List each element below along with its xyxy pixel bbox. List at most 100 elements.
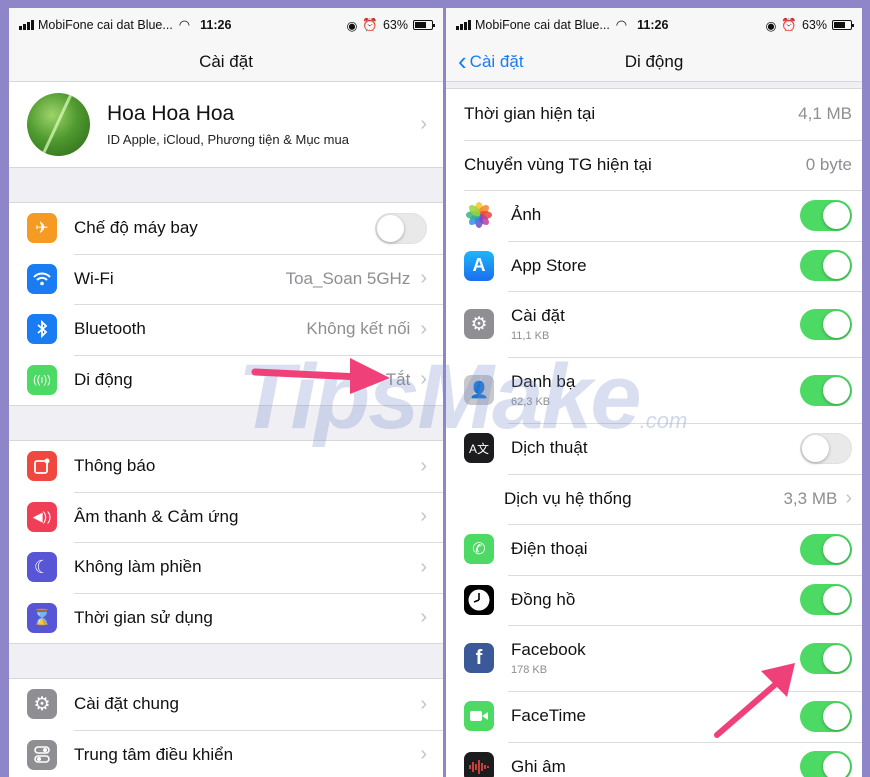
general-row[interactable]: ⚙ Cài đặt chung › bbox=[9, 679, 443, 730]
wifi-status-icon: ◠ bbox=[178, 17, 191, 32]
app-row-phone: ✆ Điện thoại bbox=[446, 524, 862, 575]
clock-time: 11:26 bbox=[637, 18, 669, 32]
control-center-row[interactable]: Trung tâm điều khiển › bbox=[9, 729, 443, 777]
contacts-toggle[interactable] bbox=[800, 374, 852, 406]
facetime-toggle[interactable] bbox=[800, 700, 852, 732]
bluetooth-status-value: Không kết nối bbox=[306, 319, 411, 339]
row-label: Thông báo bbox=[74, 456, 156, 476]
contacts-icon: 👤 bbox=[464, 375, 494, 405]
clock-time: 11:26 bbox=[200, 18, 232, 32]
carrier: MobiFone cai dat Blue... bbox=[456, 18, 610, 32]
notifications-row[interactable]: Thông báo › bbox=[9, 441, 443, 492]
airplane-mode-toggle[interactable] bbox=[375, 212, 427, 244]
app-store-toggle[interactable] bbox=[800, 250, 852, 282]
airplane-mode-row: ✈ Chế độ máy bay bbox=[9, 203, 443, 254]
roaming-row: Chuyển vùng TG hiện tại 0 byte bbox=[446, 139, 862, 190]
location-icon: ◉ bbox=[346, 18, 358, 33]
carrier-name: MobiFone cai dat Blue... bbox=[475, 18, 610, 32]
row-label: Dịch vụ hệ thống bbox=[504, 488, 632, 508]
carrier-name: MobiFone cai dat Blue... bbox=[38, 18, 173, 32]
row-label: Điện thoại bbox=[511, 539, 588, 559]
chevron-right-icon: › bbox=[845, 487, 852, 510]
photos-icon bbox=[464, 200, 494, 231]
usage-size: 11,1 KB bbox=[511, 330, 550, 342]
voice-memos-toggle[interactable] bbox=[800, 751, 852, 777]
chevron-right-icon: › bbox=[420, 692, 427, 715]
phone-toggle[interactable] bbox=[800, 533, 852, 565]
row-label: Thời gian sử dụng bbox=[74, 607, 213, 627]
row-label: Âm thanh & Cảm ứng bbox=[74, 506, 239, 526]
back-button[interactable]: ‹ Cài đặt bbox=[458, 46, 524, 76]
facebook-toggle[interactable] bbox=[800, 642, 852, 674]
apple-id-profile[interactable]: Hoa Hoa Hoa ID Apple, iCloud, Phương tiệ… bbox=[9, 82, 443, 168]
wifi-row[interactable]: Wi-Fi Toa_Soan 5GHz › bbox=[9, 253, 443, 305]
row-label: Trung tâm điều khiển bbox=[74, 744, 234, 764]
screen-time-row[interactable]: ⌛ Thời gian sử dụng › bbox=[9, 592, 443, 644]
control-center-icon bbox=[27, 739, 57, 770]
status-bar: MobiFone cai dat Blue... ◠ 11:26 ◉ ⏰ 63% bbox=[9, 8, 443, 42]
nav-bar: ‹ Cài đặt Di động bbox=[446, 42, 862, 82]
row-label: Đồng hồ bbox=[511, 589, 576, 609]
chevron-right-icon: › bbox=[420, 368, 427, 391]
app-row-contacts: 👤 Danh bạ 62,3 KB bbox=[446, 357, 862, 423]
do-not-disturb-row[interactable]: ☾ Không làm phiền › bbox=[9, 542, 443, 593]
gear-icon: ⚙ bbox=[27, 689, 57, 720]
chevron-right-icon: › bbox=[420, 317, 427, 340]
battery-percent: 63% bbox=[382, 18, 408, 32]
row-label: Ghi âm bbox=[511, 756, 566, 776]
row-label: Cài đặt chung bbox=[74, 694, 179, 714]
row-label: Không làm phiền bbox=[74, 557, 202, 577]
general-group: ⚙ Cài đặt chung › Trung tâm điều khiển › bbox=[9, 678, 443, 777]
cellular-status-value: Tắt bbox=[385, 369, 411, 389]
location-icon: ◉ bbox=[765, 18, 777, 33]
system-services-row[interactable]: Dịch vụ hệ thống 3,3 MB › bbox=[446, 473, 862, 524]
hourglass-icon: ⌛ bbox=[27, 602, 57, 633]
photos-toggle[interactable] bbox=[800, 199, 852, 231]
row-label: Cài đặt bbox=[511, 306, 565, 325]
row-label: Chuyển vùng TG hiện tại bbox=[464, 154, 652, 174]
status-bar: MobiFone cai dat Blue... ◠ 11:26 ◉ ⏰ 63% bbox=[446, 8, 862, 42]
app-store-icon: A bbox=[464, 250, 494, 281]
app-row-translate: A文 Dịch thuật bbox=[446, 423, 862, 474]
roaming-value: 0 byte bbox=[805, 154, 852, 174]
settings-icon: ⚙ bbox=[464, 309, 494, 339]
system-services-value: 3,3 MB bbox=[783, 488, 838, 508]
notification-icon bbox=[27, 451, 57, 482]
profile-subtitle: ID Apple, iCloud, Phương tiện & Mục mua bbox=[107, 132, 349, 147]
clock-toggle[interactable] bbox=[800, 584, 852, 616]
row-label: Di động bbox=[74, 369, 133, 389]
row-label: Bluetooth bbox=[74, 319, 146, 339]
translate-toggle[interactable] bbox=[800, 432, 852, 464]
settings-toggle[interactable] bbox=[800, 308, 852, 340]
chevron-right-icon: › bbox=[420, 267, 427, 290]
chevron-right-icon: › bbox=[420, 606, 427, 629]
signal-icon bbox=[456, 20, 471, 30]
row-label: Wi-Fi bbox=[74, 268, 114, 288]
status-indicators: ◉ ⏰ 63% bbox=[346, 18, 435, 33]
profile-name: Hoa Hoa Hoa bbox=[107, 102, 235, 125]
row-label: FaceTime bbox=[511, 706, 586, 726]
app-row-settings: ⚙ Cài đặt 11,1 KB bbox=[446, 291, 862, 357]
back-label: Cài đặt bbox=[469, 51, 524, 71]
cellular-row[interactable]: ((ı)) Di động Tắt › bbox=[9, 354, 443, 406]
sounds-row[interactable]: ◀)) Âm thanh & Cảm ứng › bbox=[9, 491, 443, 543]
bluetooth-row[interactable]: Bluetooth Không kết nối › bbox=[9, 304, 443, 355]
battery-percent: 63% bbox=[801, 18, 827, 32]
wifi-network-value: Toa_Soan 5GHz bbox=[285, 268, 411, 288]
current-period-row: Thời gian hiện tại 4,1 MB bbox=[446, 89, 862, 140]
status-indicators: ◉ ⏰ 63% bbox=[765, 18, 854, 33]
moon-icon: ☾ bbox=[27, 552, 57, 583]
chevron-right-icon: › bbox=[420, 743, 427, 766]
notifications-group: Thông báo › ◀)) Âm thanh & Cảm ứng › ☾ K… bbox=[9, 440, 443, 644]
chevron-right-icon: › bbox=[420, 555, 427, 578]
chevron-left-icon: ‹ bbox=[458, 46, 467, 76]
battery-icon bbox=[413, 20, 435, 30]
wifi-icon bbox=[27, 263, 57, 294]
chevron-right-icon: › bbox=[420, 505, 427, 528]
page-title: Cài đặt bbox=[199, 51, 253, 71]
cellular-icon: ((ı)) bbox=[27, 364, 57, 395]
nav-bar: Cài đặt bbox=[9, 42, 443, 82]
app-row-facetime: FaceTime bbox=[446, 691, 862, 742]
chevron-right-icon: › bbox=[420, 113, 427, 135]
connectivity-group: ✈ Chế độ máy bay Wi-Fi Toa_Soan 5GHz › B… bbox=[9, 202, 443, 406]
